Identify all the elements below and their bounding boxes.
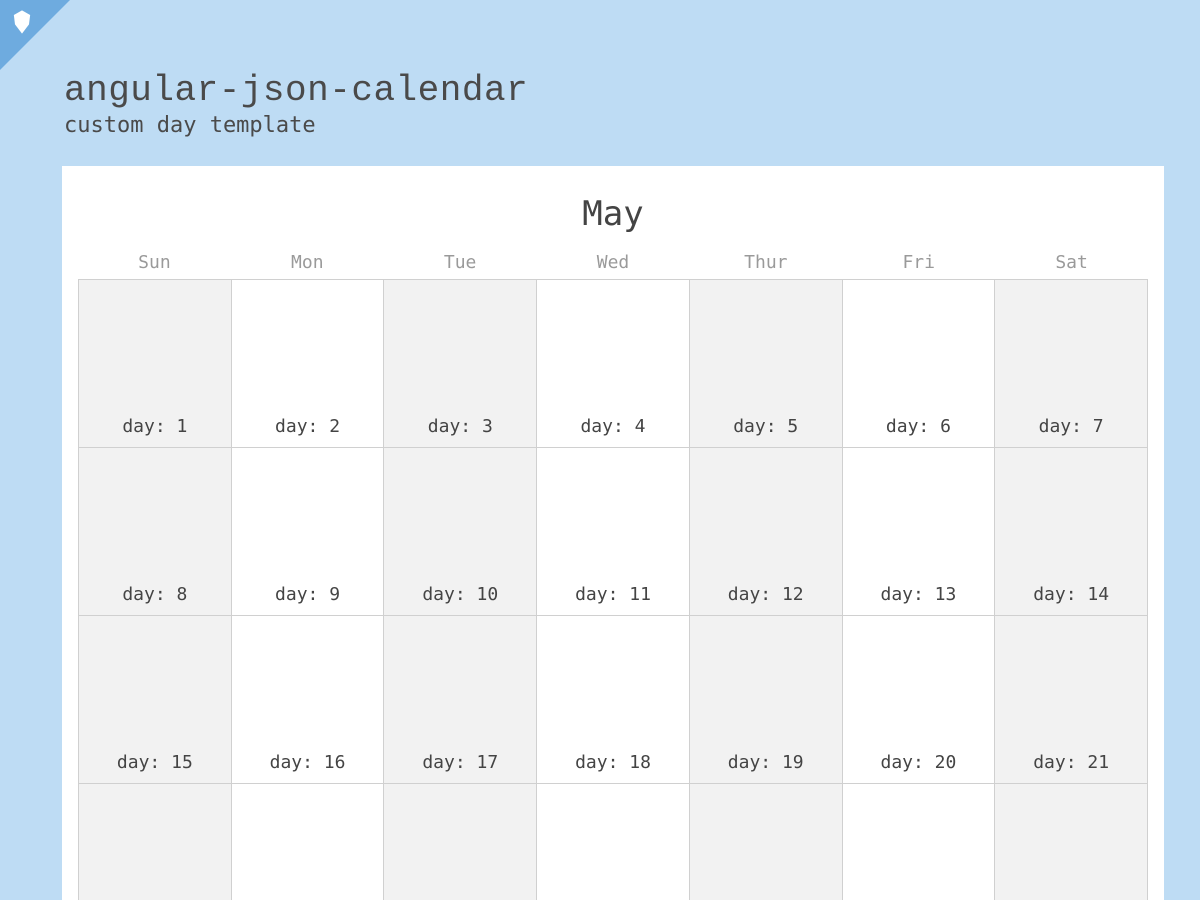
day-label: day: 3 <box>428 416 493 437</box>
day-label: day: 6 <box>886 416 951 437</box>
day-label: day: 21 <box>1033 752 1109 773</box>
calendar-day-cell[interactable]: day: 23 <box>232 784 385 900</box>
calendar-day-cell[interactable]: day: 12 <box>690 448 843 616</box>
calendar-day-cell[interactable]: day: 24 <box>384 784 537 900</box>
calendar-day-cell[interactable]: day: 26 <box>690 784 843 900</box>
weekday-label: Sat <box>995 252 1148 273</box>
calendar-day-cell[interactable]: day: 18 <box>537 616 690 784</box>
day-label: day: 8 <box>122 584 187 605</box>
calendar-day-cell[interactable]: day: 11 <box>537 448 690 616</box>
month-title: May <box>78 194 1148 234</box>
page-header: angular-json-calendar custom day templat… <box>0 0 1200 148</box>
page-title: angular-json-calendar <box>64 70 1140 111</box>
calendar-day-cell[interactable]: day: 5 <box>690 280 843 448</box>
day-label: day: 4 <box>580 416 645 437</box>
day-label: day: 20 <box>880 752 956 773</box>
day-label: day: 16 <box>270 752 346 773</box>
calendar-card: May SunMonTueWedThurFriSat day: 1day: 2d… <box>62 166 1164 900</box>
plunker-icon <box>8 8 36 36</box>
day-label: day: 2 <box>275 416 340 437</box>
calendar-day-cell[interactable]: day: 13 <box>843 448 996 616</box>
page-subtitle: custom day template <box>64 113 1140 138</box>
day-label: day: 5 <box>733 416 798 437</box>
day-label: day: 7 <box>1039 416 1104 437</box>
day-label: day: 17 <box>422 752 498 773</box>
day-label: day: 15 <box>117 752 193 773</box>
weekday-row: SunMonTueWedThurFriSat <box>78 252 1148 273</box>
calendar-day-cell[interactable]: day: 10 <box>384 448 537 616</box>
calendar-day-cell[interactable]: day: 4 <box>537 280 690 448</box>
calendar-day-cell[interactable]: day: 19 <box>690 616 843 784</box>
calendar-day-cell[interactable]: day: 9 <box>232 448 385 616</box>
calendar-day-cell[interactable]: day: 14 <box>995 448 1148 616</box>
day-label: day: 18 <box>575 752 651 773</box>
calendar-day-cell[interactable]: day: 17 <box>384 616 537 784</box>
calendar-day-cell[interactable]: day: 6 <box>843 280 996 448</box>
day-label: day: 19 <box>728 752 804 773</box>
calendar-day-cell[interactable]: day: 27 <box>843 784 996 900</box>
day-label: day: 9 <box>275 584 340 605</box>
calendar-day-cell[interactable]: day: 21 <box>995 616 1148 784</box>
calendar-day-cell[interactable]: day: 25 <box>537 784 690 900</box>
weekday-label: Mon <box>231 252 384 273</box>
calendar-day-cell[interactable]: day: 1 <box>79 280 232 448</box>
calendar-day-cell[interactable]: day: 15 <box>79 616 232 784</box>
day-label: day: 12 <box>728 584 804 605</box>
weekday-label: Wed <box>537 252 690 273</box>
weekday-label: Thur <box>689 252 842 273</box>
weekday-label: Tue <box>384 252 537 273</box>
day-label: day: 14 <box>1033 584 1109 605</box>
calendar-day-cell[interactable]: day: 22 <box>79 784 232 900</box>
weekday-label: Sun <box>78 252 231 273</box>
day-label: day: 10 <box>422 584 498 605</box>
weekday-label: Fri <box>842 252 995 273</box>
calendar-day-cell[interactable]: day: 28 <box>995 784 1148 900</box>
day-label: day: 13 <box>880 584 956 605</box>
calendar-day-cell[interactable]: day: 3 <box>384 280 537 448</box>
calendar-day-cell[interactable]: day: 16 <box>232 616 385 784</box>
calendar-grid: day: 1 day: 2 day: 3 day: 4 day: 5 day: 6 day:… <box>78 279 1148 900</box>
calendar-day-cell[interactable]: day: 7 <box>995 280 1148 448</box>
day-label: day: 1 <box>122 416 187 437</box>
day-label: day: 11 <box>575 584 651 605</box>
calendar-day-cell[interactable]: day: 2 <box>232 280 385 448</box>
calendar-day-cell[interactable]: day: 20 <box>843 616 996 784</box>
corner-badge <box>0 0 70 70</box>
calendar-day-cell[interactable]: day: 8 <box>79 448 232 616</box>
